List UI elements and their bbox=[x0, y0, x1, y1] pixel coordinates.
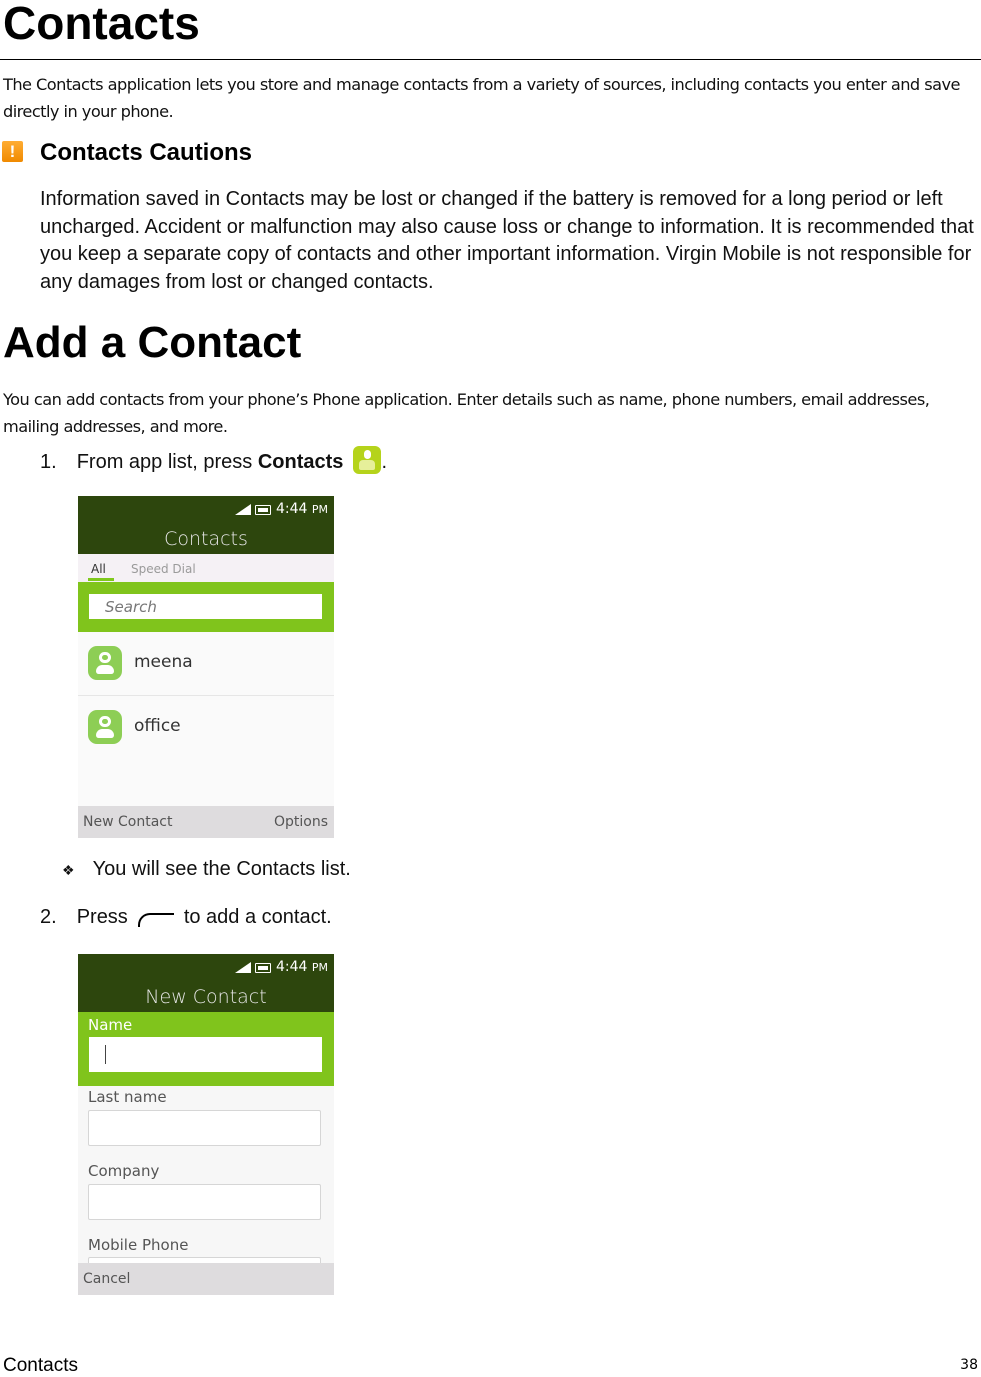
left-soft-key-icon bbox=[137, 913, 174, 927]
signal-icon bbox=[235, 962, 251, 973]
signal-icon bbox=[235, 504, 251, 515]
search-placeholder: Search bbox=[105, 598, 157, 616]
company-label: Company bbox=[88, 1162, 160, 1180]
last-name-label: Last name bbox=[88, 1088, 167, 1106]
warning-icon: ! bbox=[2, 141, 23, 162]
new-contact-softkey[interactable]: New Contact bbox=[83, 814, 172, 830]
step-2: 2. Press to add a contact. bbox=[40, 904, 332, 932]
section-intro: You can add contacts from your phone’s P… bbox=[3, 390, 930, 436]
status-bar: 4:44 PM bbox=[78, 954, 334, 982]
bullet-text: You will see the Contacts list. bbox=[92, 858, 351, 880]
diamond-bullet-icon: ❖ bbox=[62, 862, 75, 878]
mobile-phone-label: Mobile Phone bbox=[88, 1236, 189, 1254]
screen-title: New Contact bbox=[78, 982, 334, 1012]
name-input[interactable] bbox=[89, 1037, 322, 1072]
intro-paragraph: The Contacts application lets you store … bbox=[3, 75, 960, 121]
caution-heading: Contacts Cautions bbox=[40, 139, 253, 166]
step-suffix: to add a contact. bbox=[183, 906, 332, 928]
contacts-list-screenshot: 4:44 PM Contacts All Speed Dial Search m… bbox=[78, 496, 334, 838]
page-title: Contacts bbox=[3, 0, 200, 49]
step-1: 1. From app list, press Contacts. bbox=[40, 446, 387, 477]
caution-text: Information saved in Contacts may be los… bbox=[40, 188, 974, 293]
step-number: 2. bbox=[40, 906, 57, 928]
title-rule bbox=[0, 59, 981, 60]
status-bar: 4:44 PM bbox=[78, 496, 334, 524]
company-input[interactable] bbox=[88, 1184, 321, 1220]
step-suffix: . bbox=[381, 451, 387, 473]
avatar-icon bbox=[88, 710, 122, 744]
screen-title: Contacts bbox=[78, 524, 334, 554]
page-number: 38 bbox=[960, 1357, 978, 1373]
step-bold: Contacts bbox=[257, 451, 344, 473]
cancel-softkey[interactable]: Cancel bbox=[83, 1271, 130, 1287]
last-name-input[interactable] bbox=[88, 1110, 321, 1146]
name-label: Name bbox=[88, 1016, 133, 1034]
avatar-icon bbox=[88, 646, 122, 680]
search-input[interactable]: Search bbox=[89, 594, 322, 619]
options-softkey[interactable]: Options bbox=[274, 814, 328, 830]
new-contact-screenshot: 4:44 PM New Contact Name Last name Compa… bbox=[78, 954, 334, 1295]
softkey-bar: New Contact Options bbox=[78, 806, 334, 838]
step-number: 1. bbox=[40, 451, 57, 473]
contact-list-item[interactable]: office bbox=[78, 696, 334, 760]
contacts-app-icon bbox=[353, 446, 382, 474]
battery-icon bbox=[255, 505, 271, 515]
name-field-group: Name bbox=[78, 1012, 334, 1086]
tab-bar: All Speed Dial bbox=[78, 554, 334, 582]
softkey-bar: Cancel bbox=[78, 1263, 334, 1295]
active-tab-indicator bbox=[88, 578, 114, 581]
text-cursor bbox=[105, 1045, 106, 1064]
step-text: Press bbox=[76, 906, 128, 928]
status-time: 4:44 PM bbox=[275, 501, 328, 517]
contact-name: office bbox=[134, 716, 181, 736]
tab-all[interactable]: All bbox=[91, 562, 106, 576]
contact-name: meena bbox=[134, 652, 193, 672]
contact-list-item[interactable]: meena bbox=[78, 632, 334, 696]
step-text: From app list, press bbox=[76, 451, 258, 473]
bullet-note: ❖ You will see the Contacts list. bbox=[62, 856, 351, 885]
tab-speed-dial[interactable]: Speed Dial bbox=[131, 562, 196, 576]
section-heading: Add a Contact bbox=[3, 318, 302, 367]
status-time: 4:44 PM bbox=[275, 959, 328, 975]
search-bar: Search bbox=[78, 582, 334, 632]
battery-icon bbox=[255, 963, 271, 973]
